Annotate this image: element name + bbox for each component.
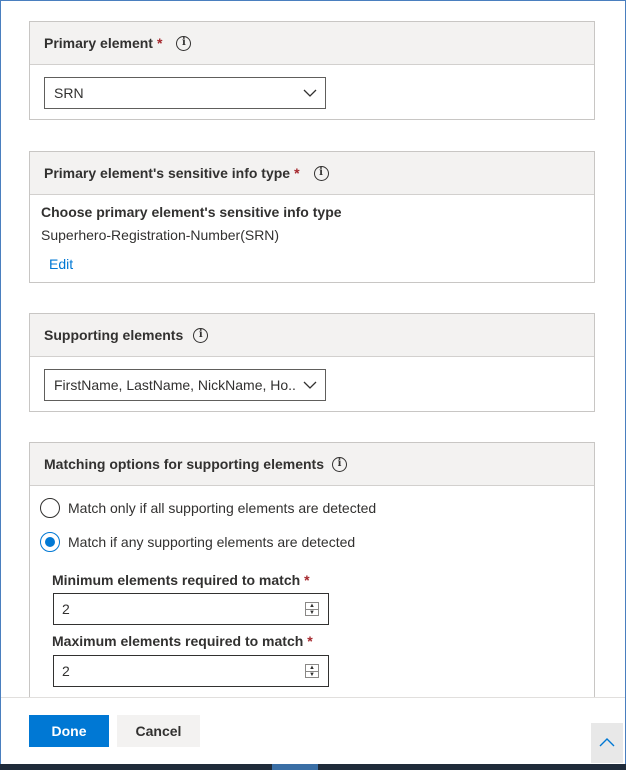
primary-element-card: Primary element * i SRN (29, 21, 595, 120)
primary-element-header: Primary element * i (30, 22, 594, 65)
info-icon[interactable]: i (176, 35, 192, 51)
sensitive-info-type-header: Primary element's sensitive info type * … (30, 152, 594, 195)
radio-match-any-label: Match if any supporting elements are det… (68, 534, 356, 550)
radio-button[interactable] (40, 498, 60, 518)
chevron-up-icon (599, 734, 615, 752)
max-elements-label: Maximum elements required to match * (52, 633, 313, 649)
taskbar-strip (0, 764, 626, 770)
matching-options-card: Matching options for supporting elements… (29, 442, 595, 698)
primary-element-title: Primary element (44, 35, 153, 51)
chevron-down-icon (295, 381, 325, 389)
choose-sensitive-info-title: Choose primary element's sensitive info … (41, 204, 342, 220)
sensitive-info-type-card: Primary element's sensitive info type * … (29, 151, 595, 283)
supporting-elements-card: Supporting elements i FirstName, LastNam… (29, 313, 595, 412)
matching-options-title: Matching options for supporting elements (44, 456, 324, 472)
min-elements-label: Minimum elements required to match * (52, 572, 310, 588)
done-button[interactable]: Done (29, 715, 109, 747)
selected-sensitive-info-type: Superhero-Registration-Number(SRN) (41, 227, 280, 243)
radio-button-selected[interactable] (40, 532, 60, 552)
stepper-arrows-icon[interactable]: ▲ ▼ (305, 602, 319, 616)
edit-link[interactable]: Edit (49, 256, 73, 272)
supporting-elements-dropdown-value: FirstName, LastName, NickName, Ho... (54, 377, 295, 393)
supporting-elements-title: Supporting elements (44, 327, 184, 343)
radio-match-any[interactable]: Match if any supporting elements are det… (40, 532, 355, 552)
footer-divider (1, 697, 625, 698)
supporting-elements-dropdown[interactable]: FirstName, LastName, NickName, Ho... (44, 369, 326, 401)
info-icon[interactable]: i (313, 165, 329, 181)
supporting-elements-header: Supporting elements i (30, 314, 594, 357)
info-icon[interactable]: i (332, 456, 347, 472)
radio-match-all[interactable]: Match only if all supporting elements ar… (40, 498, 376, 518)
cancel-button[interactable]: Cancel (117, 715, 200, 747)
info-icon[interactable]: i (193, 327, 209, 343)
primary-element-dropdown[interactable]: SRN (44, 77, 326, 109)
primary-element-dropdown-value: SRN (54, 85, 84, 101)
required-marker: * (156, 35, 163, 51)
max-elements-stepper[interactable]: 2 ▲ ▼ (53, 655, 329, 687)
sensitive-info-type-title: Primary element's sensitive info type (44, 165, 291, 181)
scroll-to-top-button[interactable] (591, 723, 623, 763)
radio-match-all-label: Match only if all supporting elements ar… (68, 500, 377, 516)
stepper-arrows-icon[interactable]: ▲ ▼ (305, 664, 319, 678)
max-elements-value[interactable]: 2 (62, 663, 305, 679)
min-elements-value[interactable]: 2 (62, 601, 305, 617)
matching-options-header: Matching options for supporting elements… (30, 443, 594, 486)
min-elements-stepper[interactable]: 2 ▲ ▼ (53, 593, 329, 625)
required-marker: * (294, 165, 300, 181)
chevron-down-icon (295, 89, 325, 97)
